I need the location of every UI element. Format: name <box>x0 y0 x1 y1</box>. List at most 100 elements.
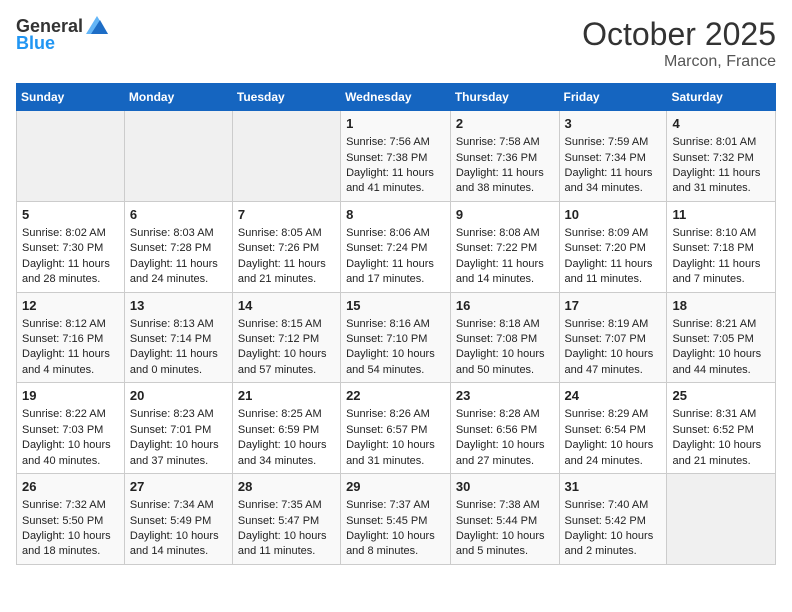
sunrise-text: Sunrise: 8:25 AM <box>238 407 335 422</box>
day-number: 20 <box>130 387 227 405</box>
day-number: 30 <box>456 478 554 496</box>
day-number: 1 <box>346 115 445 133</box>
sunset-text: Sunset: 5:50 PM <box>22 514 119 529</box>
sunrise-text: Sunrise: 7:40 AM <box>565 498 662 513</box>
calendar-cell: 7Sunrise: 8:05 AMSunset: 7:26 PMDaylight… <box>232 201 340 292</box>
weekday-header: Saturday <box>667 84 776 111</box>
sunset-text: Sunset: 7:18 PM <box>672 241 770 256</box>
calendar-cell: 28Sunrise: 7:35 AMSunset: 5:47 PMDayligh… <box>232 474 340 565</box>
sunrise-text: Sunrise: 8:16 AM <box>346 317 445 332</box>
sunrise-text: Sunrise: 8:19 AM <box>565 317 662 332</box>
daylight-text: Daylight: 10 hours and 8 minutes. <box>346 529 445 560</box>
day-number: 14 <box>238 297 335 315</box>
calendar-cell: 19Sunrise: 8:22 AMSunset: 7:03 PMDayligh… <box>17 383 125 474</box>
day-number: 27 <box>130 478 227 496</box>
sunrise-text: Sunrise: 8:12 AM <box>22 317 119 332</box>
sunset-text: Sunset: 7:26 PM <box>238 241 335 256</box>
daylight-text: Daylight: 11 hours and 34 minutes. <box>565 166 662 197</box>
calendar-cell: 2Sunrise: 7:58 AMSunset: 7:36 PMDaylight… <box>450 111 559 202</box>
sunrise-text: Sunrise: 8:10 AM <box>672 226 770 241</box>
sunset-text: Sunset: 7:20 PM <box>565 241 662 256</box>
sunset-text: Sunset: 6:57 PM <box>346 423 445 438</box>
weekday-header-row: SundayMondayTuesdayWednesdayThursdayFrid… <box>17 84 776 111</box>
day-number: 10 <box>565 206 662 224</box>
calendar-cell: 17Sunrise: 8:19 AMSunset: 7:07 PMDayligh… <box>559 292 667 383</box>
calendar-cell: 11Sunrise: 8:10 AMSunset: 7:18 PMDayligh… <box>667 201 776 292</box>
daylight-text: Daylight: 11 hours and 4 minutes. <box>22 347 119 378</box>
daylight-text: Daylight: 10 hours and 31 minutes. <box>346 438 445 469</box>
day-number: 8 <box>346 206 445 224</box>
calendar-week-row: 12Sunrise: 8:12 AMSunset: 7:16 PMDayligh… <box>17 292 776 383</box>
day-number: 6 <box>130 206 227 224</box>
location-title: Marcon, France <box>582 53 776 71</box>
daylight-text: Daylight: 10 hours and 11 minutes. <box>238 529 335 560</box>
daylight-text: Daylight: 10 hours and 54 minutes. <box>346 347 445 378</box>
day-number: 3 <box>565 115 662 133</box>
daylight-text: Daylight: 11 hours and 28 minutes. <box>22 257 119 288</box>
daylight-text: Daylight: 11 hours and 38 minutes. <box>456 166 554 197</box>
logo: General Blue <box>16 16 108 54</box>
calendar-cell <box>17 111 125 202</box>
sunset-text: Sunset: 7:05 PM <box>672 332 770 347</box>
daylight-text: Daylight: 10 hours and 34 minutes. <box>238 438 335 469</box>
day-number: 4 <box>672 115 770 133</box>
daylight-text: Daylight: 11 hours and 0 minutes. <box>130 347 227 378</box>
sunrise-text: Sunrise: 8:23 AM <box>130 407 227 422</box>
calendar-cell: 6Sunrise: 8:03 AMSunset: 7:28 PMDaylight… <box>124 201 232 292</box>
daylight-text: Daylight: 10 hours and 14 minutes. <box>130 529 227 560</box>
sunset-text: Sunset: 7:14 PM <box>130 332 227 347</box>
daylight-text: Daylight: 10 hours and 18 minutes. <box>22 529 119 560</box>
calendar-cell: 5Sunrise: 8:02 AMSunset: 7:30 PMDaylight… <box>17 201 125 292</box>
sunset-text: Sunset: 5:42 PM <box>565 514 662 529</box>
sunset-text: Sunset: 6:59 PM <box>238 423 335 438</box>
day-number: 11 <box>672 206 770 224</box>
daylight-text: Daylight: 10 hours and 24 minutes. <box>565 438 662 469</box>
daylight-text: Daylight: 11 hours and 41 minutes. <box>346 166 445 197</box>
sunset-text: Sunset: 7:10 PM <box>346 332 445 347</box>
day-number: 28 <box>238 478 335 496</box>
calendar-cell: 31Sunrise: 7:40 AMSunset: 5:42 PMDayligh… <box>559 474 667 565</box>
sunset-text: Sunset: 7:28 PM <box>130 241 227 256</box>
sunset-text: Sunset: 7:34 PM <box>565 151 662 166</box>
day-number: 25 <box>672 387 770 405</box>
sunset-text: Sunset: 7:16 PM <box>22 332 119 347</box>
sunrise-text: Sunrise: 8:02 AM <box>22 226 119 241</box>
calendar-cell: 23Sunrise: 8:28 AMSunset: 6:56 PMDayligh… <box>450 383 559 474</box>
weekday-header: Friday <box>559 84 667 111</box>
page-header: General Blue October 2025 Marcon, France <box>16 16 776 71</box>
day-number: 18 <box>672 297 770 315</box>
calendar-cell <box>124 111 232 202</box>
calendar-cell: 20Sunrise: 8:23 AMSunset: 7:01 PMDayligh… <box>124 383 232 474</box>
sunrise-text: Sunrise: 8:08 AM <box>456 226 554 241</box>
day-number: 23 <box>456 387 554 405</box>
sunrise-text: Sunrise: 8:06 AM <box>346 226 445 241</box>
sunrise-text: Sunrise: 8:09 AM <box>565 226 662 241</box>
day-number: 19 <box>22 387 119 405</box>
day-number: 26 <box>22 478 119 496</box>
sunrise-text: Sunrise: 8:01 AM <box>672 135 770 150</box>
day-number: 17 <box>565 297 662 315</box>
sunrise-text: Sunrise: 8:13 AM <box>130 317 227 332</box>
calendar-cell <box>667 474 776 565</box>
day-number: 21 <box>238 387 335 405</box>
day-number: 24 <box>565 387 662 405</box>
calendar-cell: 3Sunrise: 7:59 AMSunset: 7:34 PMDaylight… <box>559 111 667 202</box>
day-number: 5 <box>22 206 119 224</box>
sunrise-text: Sunrise: 7:37 AM <box>346 498 445 513</box>
daylight-text: Daylight: 10 hours and 37 minutes. <box>130 438 227 469</box>
sunset-text: Sunset: 7:12 PM <box>238 332 335 347</box>
calendar-cell: 29Sunrise: 7:37 AMSunset: 5:45 PMDayligh… <box>341 474 451 565</box>
day-number: 9 <box>456 206 554 224</box>
day-number: 13 <box>130 297 227 315</box>
sunset-text: Sunset: 7:07 PM <box>565 332 662 347</box>
sunset-text: Sunset: 5:49 PM <box>130 514 227 529</box>
calendar-cell: 9Sunrise: 8:08 AMSunset: 7:22 PMDaylight… <box>450 201 559 292</box>
daylight-text: Daylight: 11 hours and 17 minutes. <box>346 257 445 288</box>
daylight-text: Daylight: 10 hours and 50 minutes. <box>456 347 554 378</box>
calendar-cell: 24Sunrise: 8:29 AMSunset: 6:54 PMDayligh… <box>559 383 667 474</box>
calendar-cell: 13 Sunrise: 8:13 AMSunset: 7:14 PMDayligh… <box>124 292 232 383</box>
sunset-text: Sunset: 6:56 PM <box>456 423 554 438</box>
sunrise-text: Sunrise: 8:05 AM <box>238 226 335 241</box>
calendar-table: SundayMondayTuesdayWednesdayThursdayFrid… <box>16 83 776 565</box>
day-number: 7 <box>238 206 335 224</box>
